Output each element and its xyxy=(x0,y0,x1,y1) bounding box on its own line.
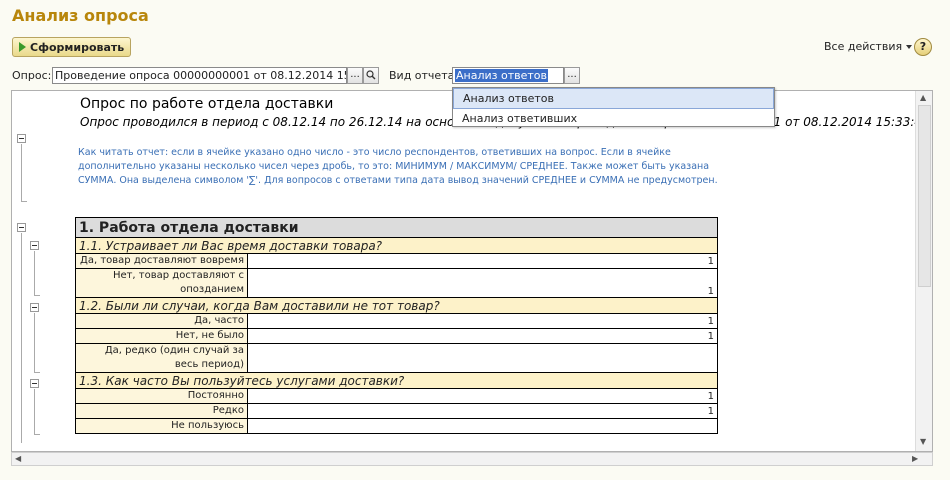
answer-row: Да, товар доставляют вовремя 1 xyxy=(75,253,718,269)
report-table: 1. Работа отдела доставки 1.1. Устраивае… xyxy=(75,217,718,434)
collapse-icon[interactable] xyxy=(17,134,26,143)
answer-row: Нет, не было 1 xyxy=(75,328,718,344)
answer-row: Редко 1 xyxy=(75,403,718,419)
tree-tick xyxy=(34,295,40,296)
scroll-up-icon[interactable]: ▲ xyxy=(920,93,926,102)
page-title: Анализ опроса xyxy=(12,6,149,25)
horizontal-scrollbar[interactable]: ◀ ▶ xyxy=(11,452,933,466)
question-row: 1.1. Устраивает ли Вас время доставки то… xyxy=(75,237,718,254)
play-icon xyxy=(19,42,26,52)
report-note: Как читать отчет: если в ячейке указано … xyxy=(78,147,718,186)
tree-line xyxy=(34,251,35,296)
answer-value: 1 xyxy=(247,388,718,404)
collapse-icon[interactable] xyxy=(30,379,39,388)
report-title: Опрос по работе отдела доставки xyxy=(80,96,334,112)
answer-value: 1 xyxy=(247,253,718,269)
tree-line xyxy=(21,233,22,443)
chevron-down-icon xyxy=(906,44,913,49)
tree-tick xyxy=(21,201,27,202)
all-actions-label: Все действия xyxy=(824,40,903,53)
answer-label: Да, редко (один случай за весь период) xyxy=(75,343,248,373)
answer-row: Постоянно 1 xyxy=(75,388,718,404)
scroll-thumb[interactable] xyxy=(918,105,931,287)
survey-select-button[interactable]: ... xyxy=(347,67,363,84)
search-icon xyxy=(366,70,376,80)
survey-open-button[interactable] xyxy=(363,67,379,84)
help-icon[interactable]: ? xyxy=(914,38,932,56)
report-type-label: Вид отчета: xyxy=(389,69,459,82)
answer-label: Да, товар доставляют вовремя xyxy=(75,253,248,269)
answer-row: Да, часто 1 xyxy=(75,313,718,329)
answer-label: Нет, не было xyxy=(75,328,248,344)
report-type-field[interactable]: Анализ ответов xyxy=(452,67,564,84)
answer-row: Нет, товар доставляют с опозданием 1 xyxy=(75,268,718,298)
report-type-dropdown: Анализ ответов Анализ ответивших xyxy=(452,87,775,127)
tree-tick xyxy=(34,372,40,373)
answer-value: 1 xyxy=(247,268,718,298)
answer-label: Редко xyxy=(75,403,248,419)
survey-label: Опрос: xyxy=(12,69,52,82)
answer-label: Постоянно xyxy=(75,388,248,404)
answer-label: Да, часто xyxy=(75,313,248,329)
report-area: Опрос по работе отдела доставки Опрос пр… xyxy=(11,90,933,452)
tree-line xyxy=(21,144,22,202)
scroll-left-icon[interactable]: ◀ xyxy=(15,454,21,463)
all-actions-menu[interactable]: Все действия xyxy=(824,40,913,53)
answer-value: 1 xyxy=(247,403,718,419)
dropdown-option[interactable]: Анализ ответов xyxy=(453,88,774,109)
answer-value: 1 xyxy=(247,328,718,344)
answer-label: Не пользуюсь xyxy=(75,418,248,434)
answer-value xyxy=(247,343,718,373)
tree-line xyxy=(34,389,35,435)
generate-button-label: Сформировать xyxy=(30,40,125,54)
vertical-scrollbar[interactable]: ▲ ▼ xyxy=(915,91,932,451)
tree-tick xyxy=(34,434,40,435)
generate-button[interactable]: Сформировать xyxy=(12,37,131,57)
collapse-icon[interactable] xyxy=(30,303,39,312)
answer-label: Нет, товар доставляют с опозданием xyxy=(75,268,248,298)
answer-row: Не пользуюсь xyxy=(75,418,718,434)
collapse-icon[interactable] xyxy=(17,223,26,232)
scroll-right-icon[interactable]: ▶ xyxy=(912,454,918,463)
answer-value: 1 xyxy=(247,313,718,329)
survey-field[interactable]: Проведение опроса 00000000001 от 08.12.2… xyxy=(52,67,347,84)
question-row: 1.3. Как часто Вы пользуйтесь услугами д… xyxy=(75,372,718,389)
dropdown-option[interactable]: Анализ ответивших xyxy=(453,109,774,128)
section-title: 1. Работа отдела доставки xyxy=(75,217,718,238)
collapse-icon[interactable] xyxy=(30,241,39,250)
tree-line xyxy=(34,313,35,373)
answer-value xyxy=(247,418,718,434)
answer-row: Да, редко (один случай за весь период) xyxy=(75,343,718,373)
scroll-down-icon[interactable]: ▼ xyxy=(920,437,926,446)
report-type-select-button[interactable]: ... xyxy=(564,67,580,84)
report-type-value: Анализ ответов xyxy=(455,69,548,82)
question-row: 1.2. Были ли случаи, когда Вам доставили… xyxy=(75,297,718,314)
